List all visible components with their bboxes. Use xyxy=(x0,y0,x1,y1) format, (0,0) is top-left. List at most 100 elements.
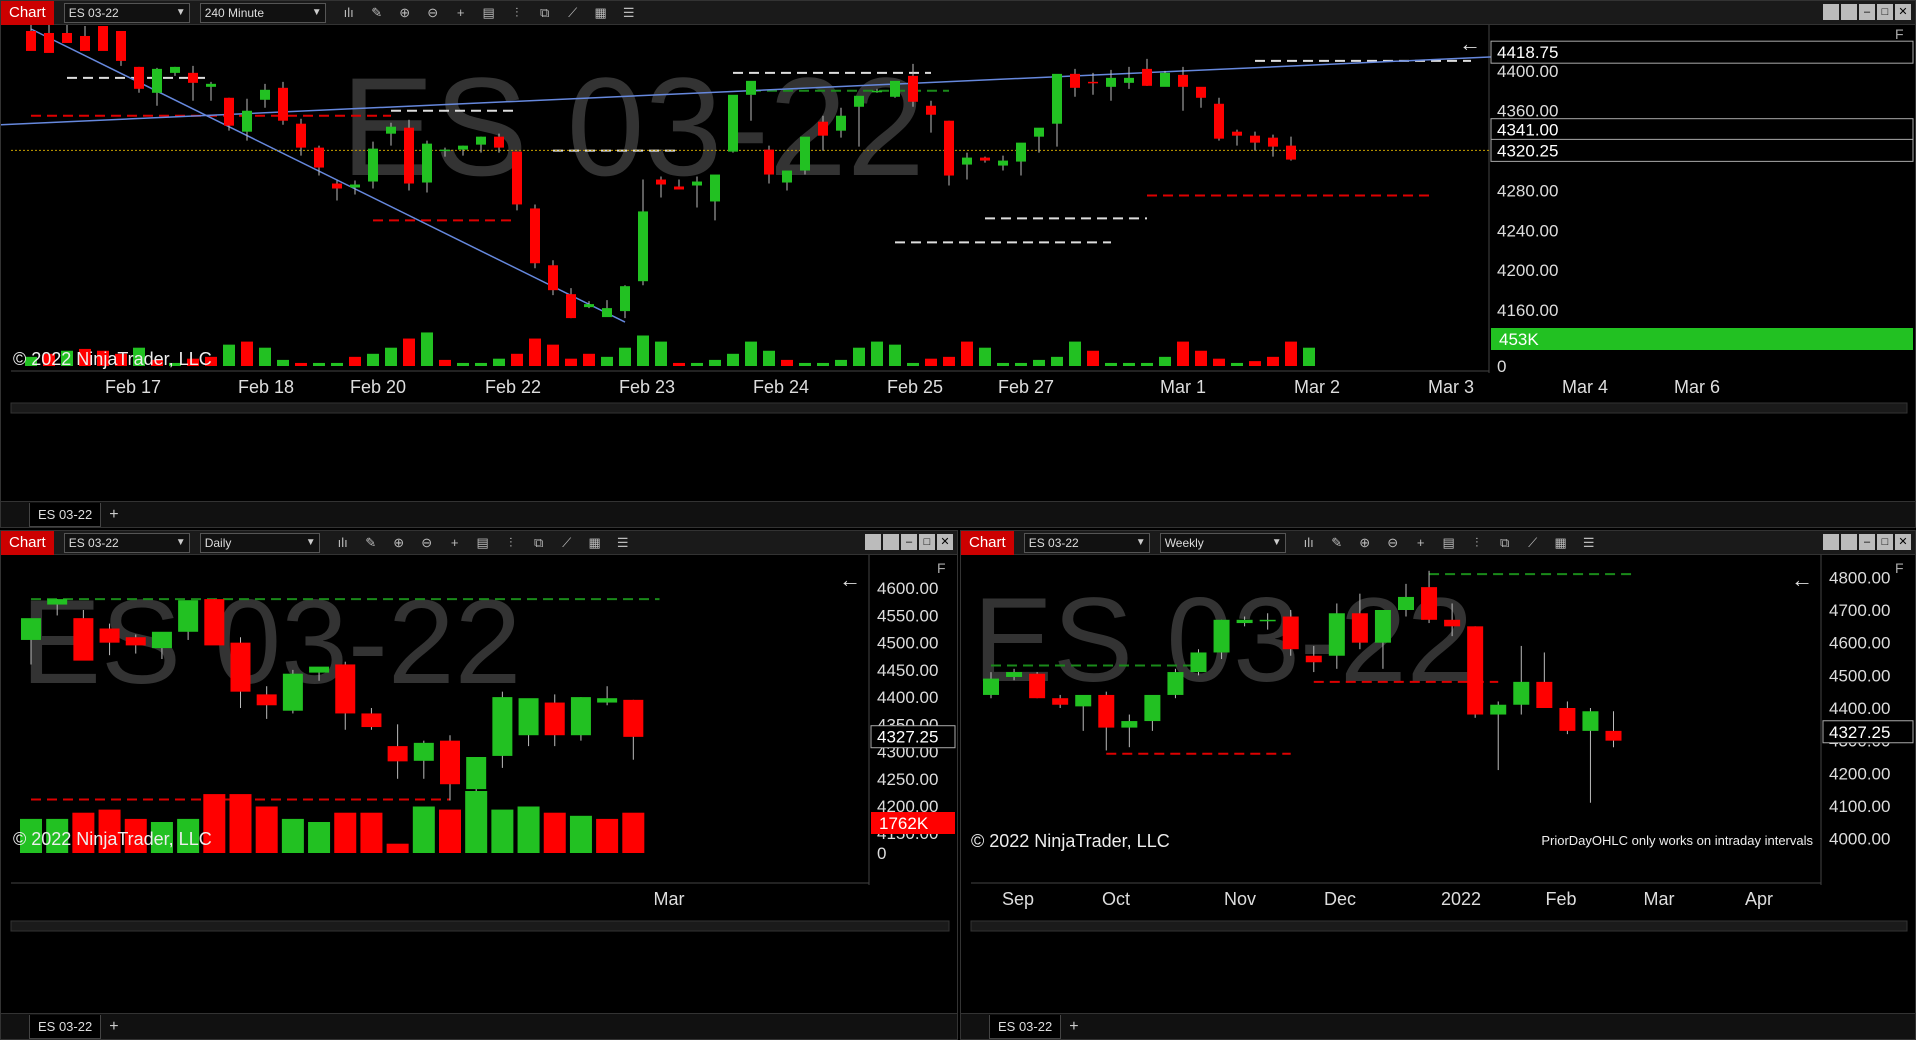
candle-body xyxy=(260,89,270,100)
properties-icon[interactable]: ☰ xyxy=(612,533,634,553)
properties-icon[interactable]: ☰ xyxy=(618,3,640,23)
candle-body xyxy=(1124,77,1134,83)
indicators-icon[interactable]: ⧉ xyxy=(528,533,550,553)
chart-title: Chart xyxy=(961,531,1014,555)
candle-body xyxy=(1214,103,1224,139)
x-tick-label: Mar 1 xyxy=(1160,377,1206,397)
zoom-in-icon[interactable]: ⊕ xyxy=(394,3,416,23)
chart-trader-icon[interactable]: ⫶ xyxy=(506,3,528,23)
tile-icon[interactable] xyxy=(1841,534,1857,550)
candle-body xyxy=(1444,619,1461,627)
instrument-tab[interactable]: ES 03-22 xyxy=(989,1014,1062,1039)
templates-icon[interactable]: ▦ xyxy=(584,533,606,553)
drawing-tool-icon[interactable]: ✎ xyxy=(360,533,382,553)
data-box-icon[interactable]: ▤ xyxy=(1438,533,1460,553)
interval-selector[interactable]: Daily ▼ xyxy=(199,532,320,553)
candle-body xyxy=(980,157,990,161)
candle-body xyxy=(1098,694,1115,728)
templates-icon[interactable]: ▦ xyxy=(1550,533,1572,553)
add-tab-icon[interactable]: + xyxy=(109,1018,118,1036)
chart-tools: ılı ✎ ⊕ ⊖ + ▤ ⫶ ⧉ ⟋ ▦ ☰ xyxy=(332,533,634,553)
indicators-icon[interactable]: ⧉ xyxy=(534,3,556,23)
drawing-tool-icon[interactable]: ✎ xyxy=(1326,533,1348,553)
interval-selector[interactable]: 240 Minute ▼ xyxy=(199,2,326,23)
properties-icon[interactable]: ☰ xyxy=(1578,533,1600,553)
candle-body xyxy=(335,664,356,714)
close-icon[interactable]: ✕ xyxy=(937,534,953,550)
candle-body xyxy=(944,120,954,176)
candle-body xyxy=(818,121,828,136)
candle-body xyxy=(1144,694,1161,722)
chart-canvas[interactable]: ES 03-224150.004200.004250.004300.004350… xyxy=(1,555,958,1015)
strategies-icon[interactable]: ⟋ xyxy=(1522,533,1544,553)
minimize-icon[interactable]: – xyxy=(1859,534,1875,550)
candle-body xyxy=(570,697,591,736)
strategies-icon[interactable]: ⟋ xyxy=(562,3,584,23)
bar-type-icon[interactable]: ılı xyxy=(332,533,354,553)
instrument-selector[interactable]: ES 03-22 ▼ xyxy=(63,532,190,553)
volume-bar xyxy=(529,338,541,366)
candle-body xyxy=(764,149,774,175)
candle-body xyxy=(256,694,277,706)
zoom-in-icon[interactable]: ⊕ xyxy=(388,533,410,553)
bar-type-icon[interactable]: ılı xyxy=(338,3,360,23)
add-tab-icon[interactable]: + xyxy=(1069,1018,1078,1036)
zoom-out-icon[interactable]: ⊖ xyxy=(416,533,438,553)
instrument-tab[interactable]: ES 03-22 xyxy=(29,502,102,527)
interval-selector[interactable]: Weekly ▼ xyxy=(1159,532,1286,553)
crosshair-icon[interactable]: + xyxy=(444,533,466,553)
chart-trader-icon[interactable]: ⫶ xyxy=(1466,533,1488,553)
close-icon[interactable]: ✕ xyxy=(1895,534,1911,550)
instrument-selector[interactable]: ES 03-22 ▼ xyxy=(1023,532,1150,553)
candle-body xyxy=(1106,77,1116,87)
maximize-icon[interactable]: □ xyxy=(919,534,935,550)
instrument-tab[interactable]: ES 03-22 xyxy=(29,1014,102,1039)
minimize-icon[interactable]: – xyxy=(901,534,917,550)
tile-icon[interactable] xyxy=(865,534,881,550)
volume-bar xyxy=(1051,356,1063,366)
chart-title: Chart xyxy=(1,531,54,555)
candle-body xyxy=(1167,672,1184,695)
strategies-icon[interactable]: ⟋ xyxy=(556,533,578,553)
tile-icon[interactable] xyxy=(1823,534,1839,550)
candle-body xyxy=(458,145,468,150)
candle-body xyxy=(623,699,644,737)
candle-body xyxy=(544,702,565,736)
crosshair-icon[interactable]: + xyxy=(1410,533,1432,553)
candle-body xyxy=(309,666,330,673)
candle-body xyxy=(178,600,199,632)
crosshair-icon[interactable]: + xyxy=(450,3,472,23)
instrument-selector[interactable]: ES 03-22 ▼ xyxy=(63,2,190,23)
close-icon[interactable]: ✕ xyxy=(1895,4,1911,20)
chart-trader-icon[interactable]: ⫶ xyxy=(500,533,522,553)
add-tab-icon[interactable]: + xyxy=(109,506,118,524)
volume-marker-box xyxy=(1491,328,1913,350)
templates-icon[interactable]: ▦ xyxy=(590,3,612,23)
drawing-tool-icon[interactable]: ✎ xyxy=(366,3,388,23)
bar-type-icon[interactable]: ılı xyxy=(1298,533,1320,553)
indicators-icon[interactable]: ⧉ xyxy=(1494,533,1516,553)
price-marker-label: 4327.25 xyxy=(877,728,938,747)
data-box-icon[interactable]: ▤ xyxy=(472,533,494,553)
tile-icon[interactable] xyxy=(883,534,899,550)
copyright-label: © 2022 NinjaTrader, LLC xyxy=(13,829,212,849)
maximize-icon[interactable]: □ xyxy=(1877,534,1893,550)
volume-bar xyxy=(547,344,559,366)
price-tick-label: 4600.00 xyxy=(877,579,938,598)
chart-canvas[interactable]: ES 03-224160.004200.004240.004280.004320… xyxy=(1,25,1916,503)
tile-icon[interactable] xyxy=(1823,4,1839,20)
price-tick-label: 4450.00 xyxy=(877,661,938,680)
data-box-icon[interactable]: ▤ xyxy=(478,3,500,23)
zoom-in-icon[interactable]: ⊕ xyxy=(1354,533,1376,553)
chart-canvas[interactable]: ES 03-224000.004100.004200.004300.004400… xyxy=(961,555,1916,1015)
tile-icon[interactable] xyxy=(1841,4,1857,20)
price-tick-label: 4000.00 xyxy=(1829,830,1890,849)
copyright-label: © 2022 NinjaTrader, LLC xyxy=(971,831,1170,851)
zoom-out-icon[interactable]: ⊖ xyxy=(422,3,444,23)
zoom-out-icon[interactable]: ⊖ xyxy=(1382,533,1404,553)
candle-body xyxy=(1536,681,1553,708)
minimize-icon[interactable]: – xyxy=(1859,4,1875,20)
maximize-icon[interactable]: □ xyxy=(1877,4,1893,20)
volume-bar xyxy=(223,344,235,366)
price-tick-label: 4400.00 xyxy=(1829,699,1890,718)
